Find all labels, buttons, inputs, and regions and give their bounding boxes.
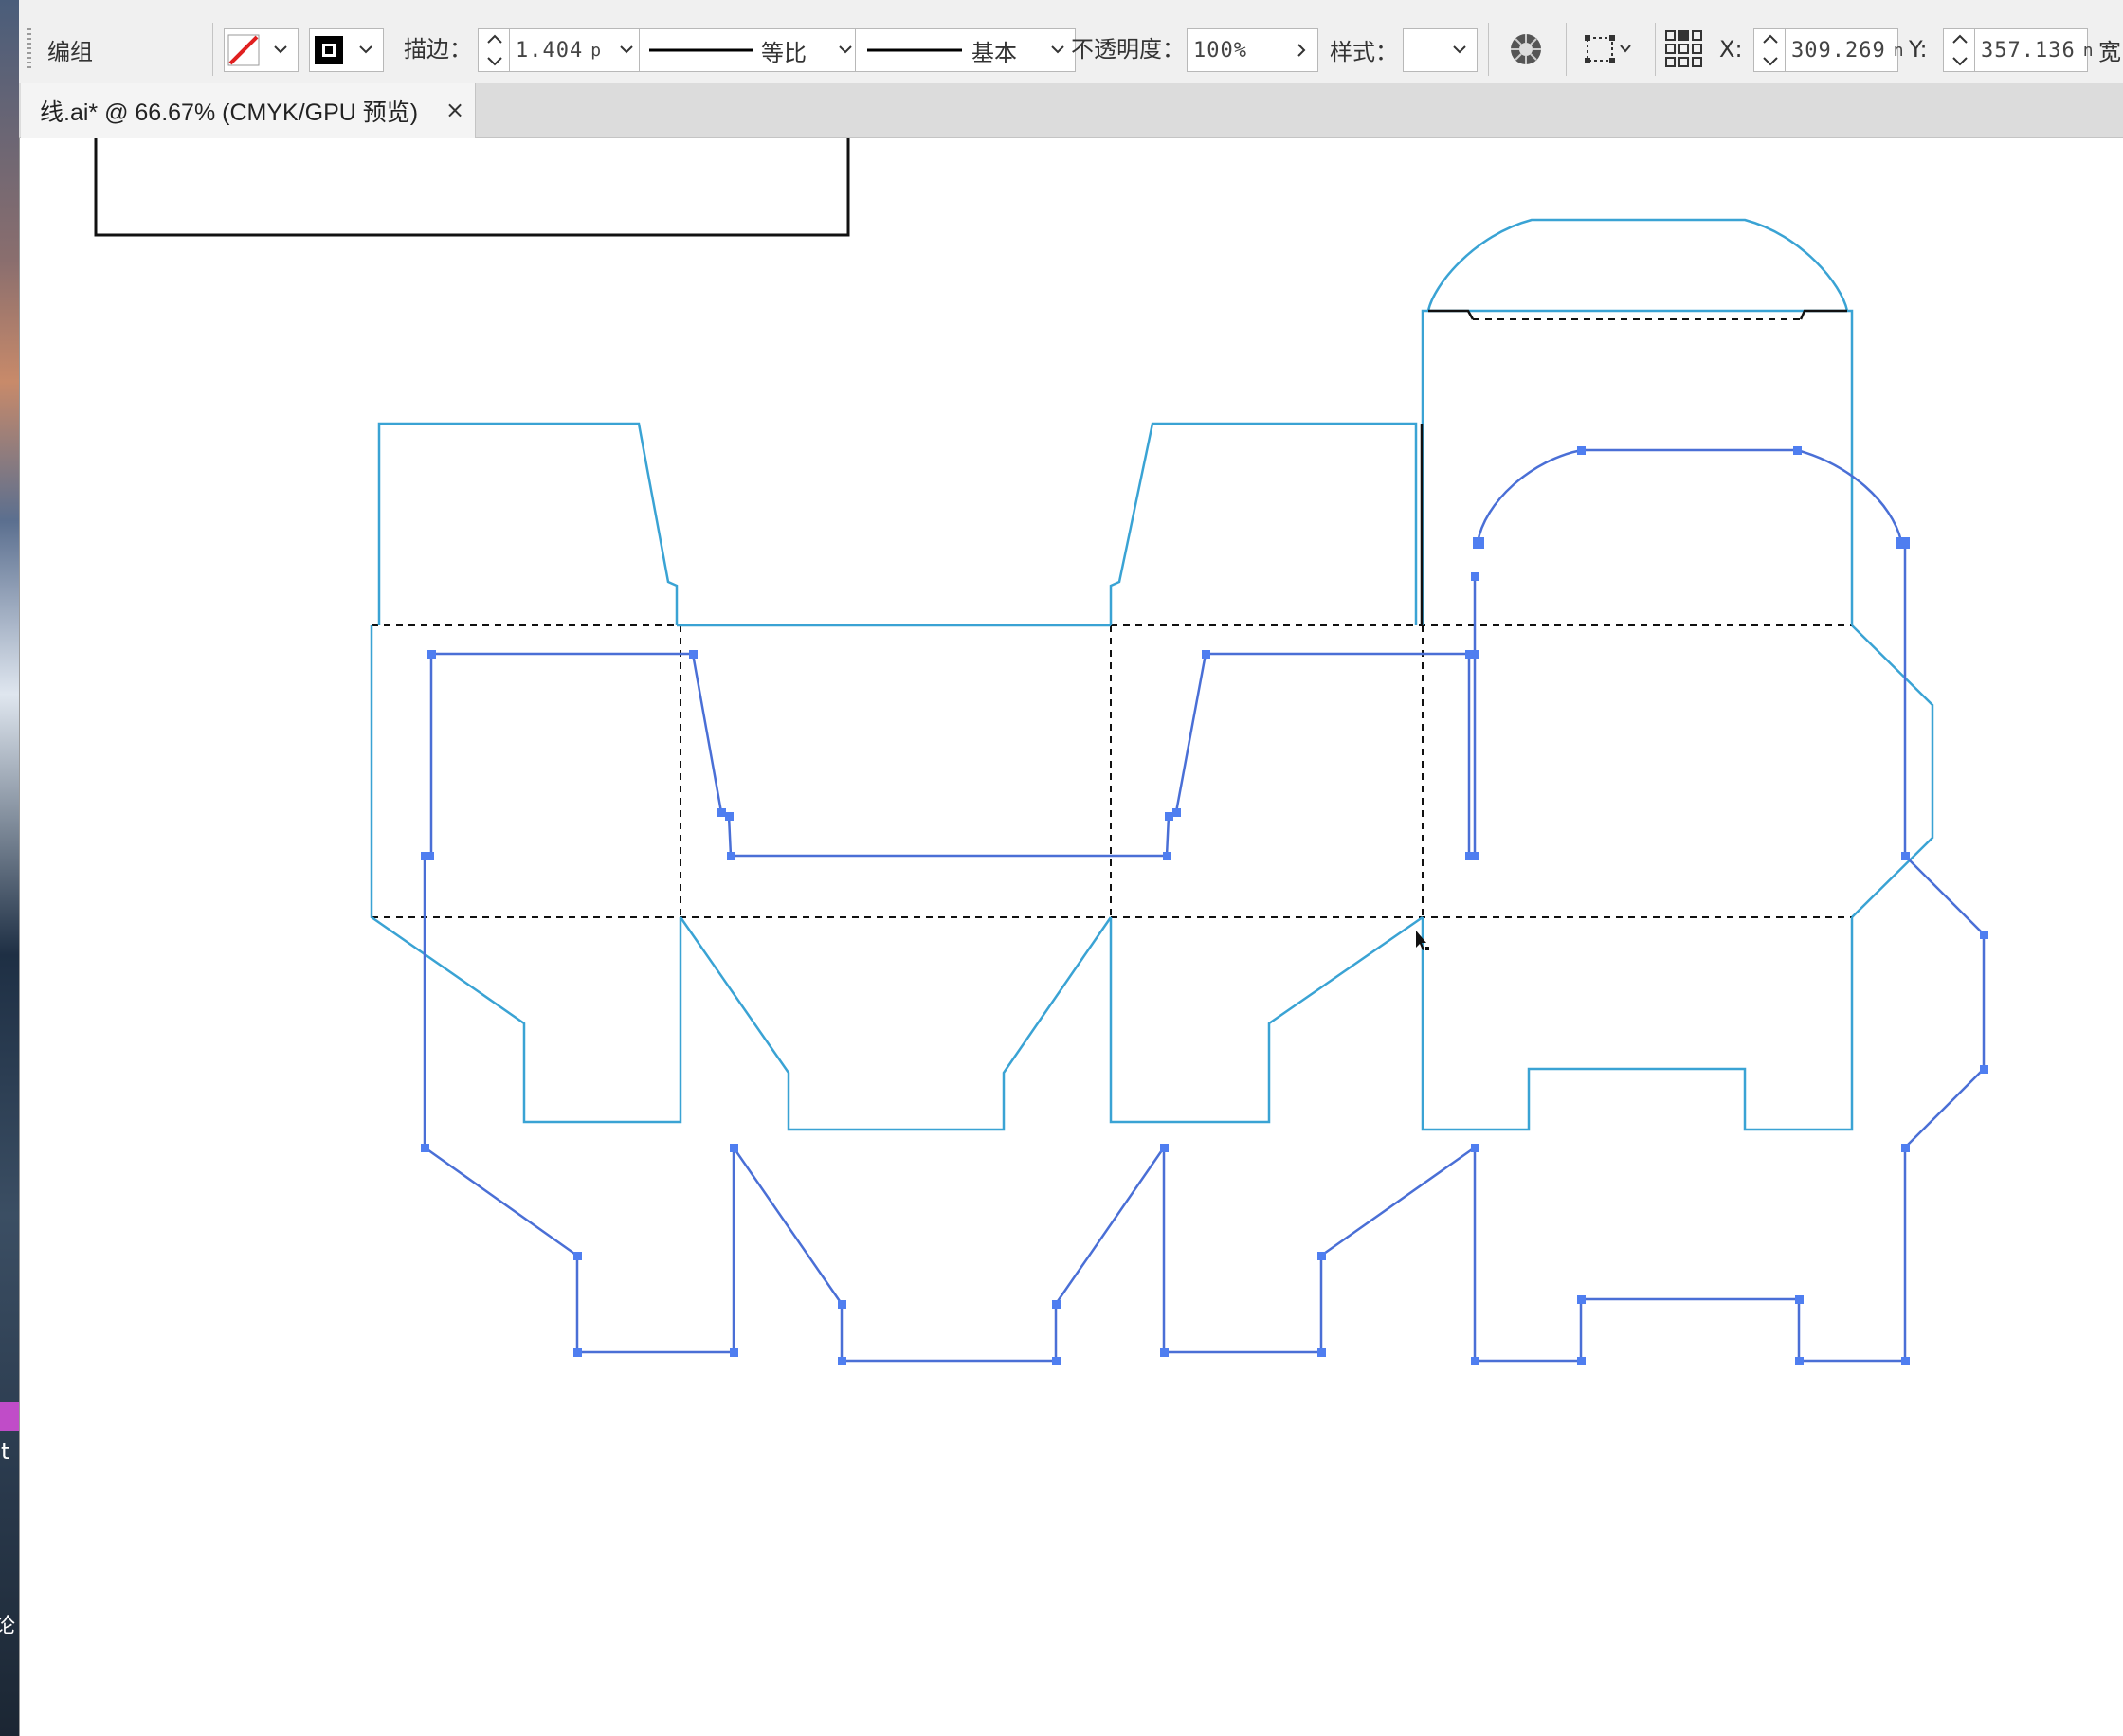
chevron-down-icon [620,45,633,54]
stepper-arrows-icon [1952,34,1968,66]
artboard-canvas[interactable] [19,138,2123,1736]
fill-dropdown[interactable] [263,28,299,72]
stepper-arrows-icon [1763,34,1778,66]
opacity-value: 100% [1193,38,1247,63]
style-swatch[interactable] [1403,28,1443,72]
separator [1566,23,1567,76]
desktop-fragment-text-2: 论 [0,1615,16,1638]
x-unit: n [1893,40,1905,61]
y-stepper[interactable] [1943,28,1975,72]
x-stepper[interactable] [1753,28,1786,72]
chevron-down-icon [274,45,287,54]
y-label-text: Y: [1909,35,1928,63]
transform-icon [1585,35,1631,63]
lid-notch-lines[interactable] [1420,309,1847,625]
separator [212,23,213,76]
stroke-weight-unit: p [590,40,603,61]
chevron-down-icon [1453,45,1466,54]
stepper-arrows-icon [487,34,502,66]
chevron-right-icon [1297,44,1306,57]
chevron-down-icon [1051,45,1064,54]
document-tab-bar: 线.ai* @ 66.67% (CMYK/GPU 预览) × [19,83,2123,138]
stroke-swatch-icon [315,36,343,64]
separator [1488,23,1489,76]
profile-label: 等比 [761,39,807,66]
desktop-fragment-pink [0,1402,19,1431]
desktop-fragment-text-1: t [1,1438,10,1465]
y-unit: n [2082,40,2095,61]
cut-outline[interactable] [370,218,1934,1131]
x-value: 309.269 [1791,38,1886,63]
chevron-down-icon [359,45,372,54]
x-input[interactable]: 309.269 n [1785,28,1904,72]
existing-rectangle[interactable] [94,138,850,237]
separator [1655,23,1656,76]
width-profile-select[interactable]: 等比 [639,28,828,72]
x-label-text: X: [1719,35,1743,63]
stroke-weight-value: 1.404 [516,38,584,63]
selected-path[interactable] [423,448,1986,1363]
opacity-label-text: 不透明度： [1071,35,1185,63]
opacity-expand-button[interactable] [1284,28,1318,72]
stroke-weight-input[interactable]: 1.404 p [509,28,609,72]
selection-type-text: 编组 [47,38,93,65]
stroke-dropdown[interactable] [348,28,384,72]
opacity-input[interactable]: 100% [1187,28,1285,72]
stroke-label-text: 描边： [404,35,472,63]
close-tab-icon[interactable]: × [445,97,464,123]
brush-line-icon [867,48,962,52]
anchor-points[interactable] [421,446,1988,1365]
y-input[interactable]: 357.136 n [1974,28,2094,72]
width-label-text: 宽 [2098,38,2121,65]
desktop-background-strip: t 论 [0,0,19,1736]
style-dropdown[interactable] [1442,28,1478,72]
control-bar-grip[interactable] [27,28,31,70]
stroke-swatch[interactable] [309,28,349,72]
y-value: 357.136 [1981,38,2076,63]
stroke-weight-stepper[interactable] [478,28,510,72]
document-tab[interactable]: 线.ai* @ 66.67% (CMYK/GPU 预览) × [21,83,476,138]
chevron-down-icon [839,45,852,54]
document-tab-title: 线.ai* @ 66.67% (CMYK/GPU 预览) [40,99,419,126]
style-label-text: 样式： [1330,38,1398,65]
recolor-icon [1511,34,1541,64]
align-grid-icon [1665,30,1702,67]
brush-label: 基本 [971,39,1017,66]
artwork-svg[interactable] [20,138,2123,1736]
profile-line-icon [649,48,753,52]
brush-definition-select[interactable]: 基本 [855,28,1041,72]
fill-swatch[interactable] [224,28,263,72]
fill-none-icon [227,34,260,66]
